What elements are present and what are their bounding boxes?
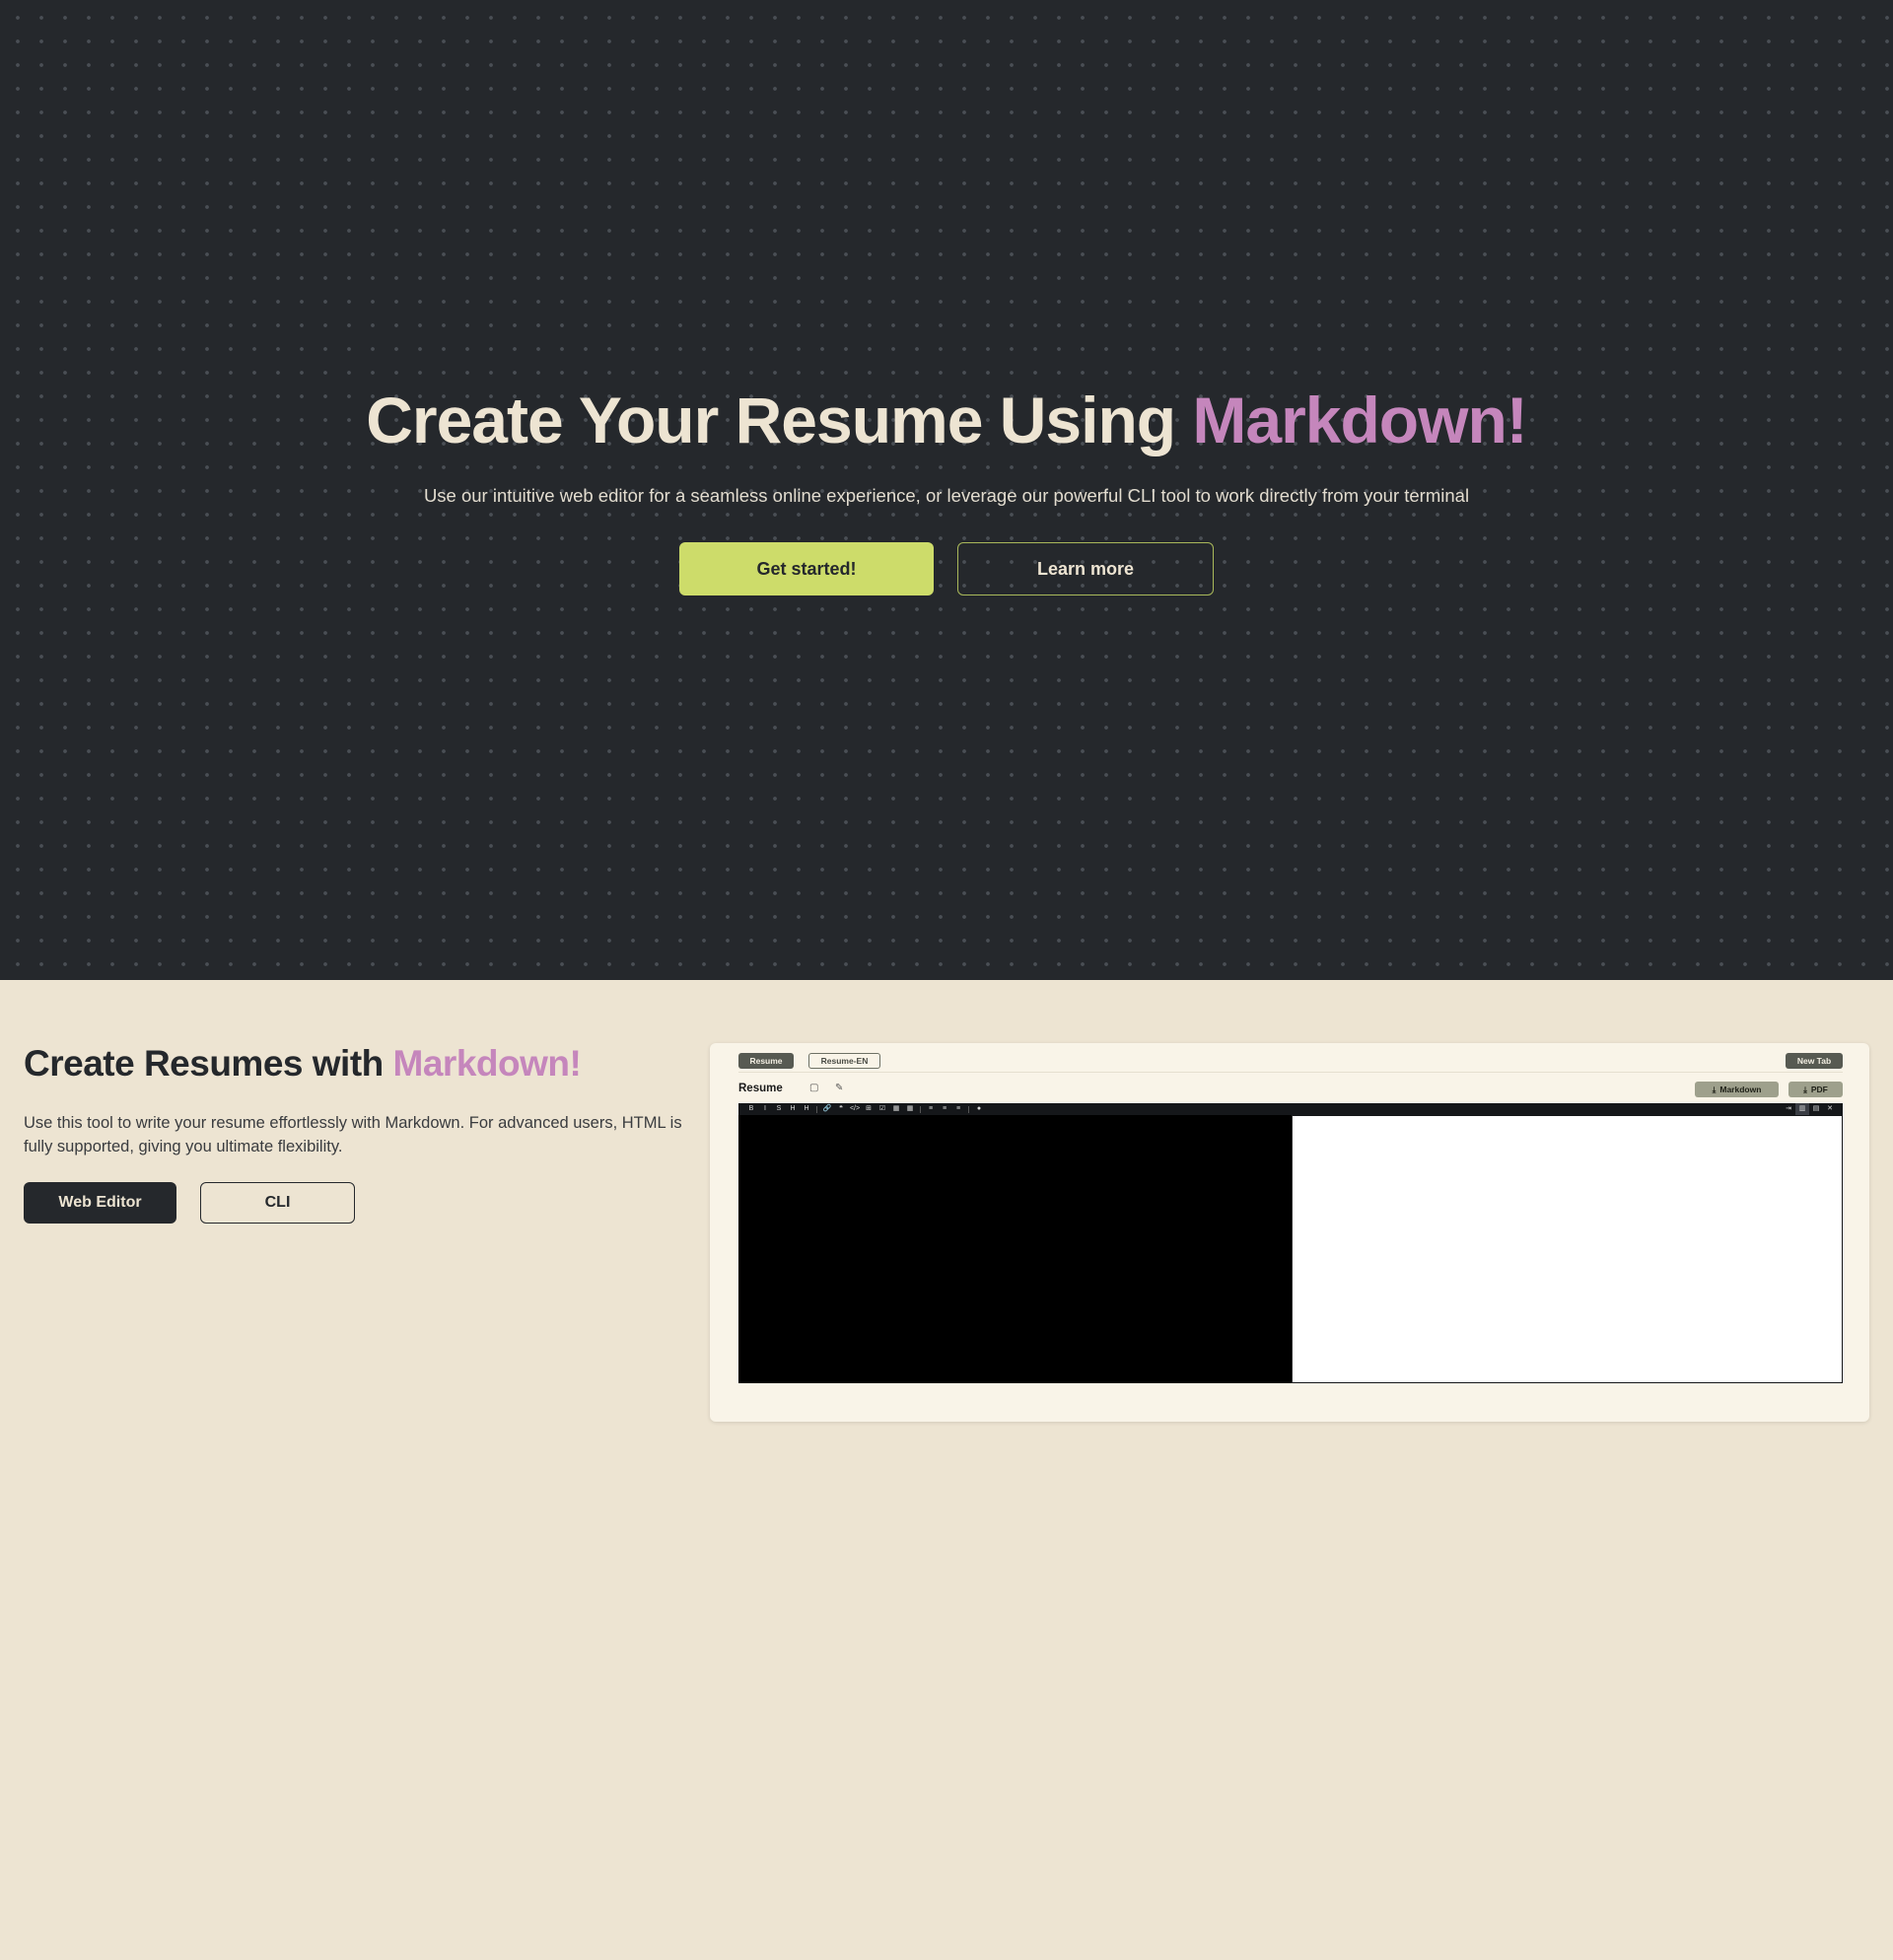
split-view-icon[interactable]: ▥ (1795, 1103, 1809, 1115)
markdown-editor-pane[interactable] (738, 1115, 1292, 1383)
get-started-button[interactable]: Get started! (679, 542, 934, 595)
hero-title: Create Your Resume Using Markdown! (0, 383, 1893, 457)
checkbox-icon[interactable]: ☑ (876, 1103, 889, 1115)
quote-icon[interactable]: ❝ (834, 1103, 848, 1115)
tab-resume[interactable]: Resume (738, 1053, 794, 1069)
hero-subtitle: Use our intuitive web editor for a seaml… (423, 485, 1470, 506)
download-icon: ⤓ (1712, 1084, 1717, 1094)
new-tab-button[interactable]: New Tab (1786, 1053, 1843, 1069)
copy-icon[interactable]: ▢ (809, 1083, 818, 1093)
toolbar-separator (968, 1105, 969, 1113)
code-icon[interactable]: </> (848, 1103, 862, 1115)
hero-title-accent: Markdown! (1192, 384, 1527, 456)
pencil-icon[interactable]: ✎ (835, 1083, 843, 1093)
heading-icon[interactable]: H (786, 1103, 800, 1115)
card-divider (738, 1072, 1843, 1073)
download-markdown-button[interactable]: ⤓ Markdown (1695, 1082, 1779, 1097)
cli-button[interactable]: CLI (200, 1182, 355, 1224)
web-editor-button[interactable]: Web Editor (24, 1182, 176, 1224)
toolbar-right-group: ⇥ ▥ ▤ ✕ (1782, 1103, 1837, 1115)
download-markdown-label: Markdown (1719, 1085, 1762, 1094)
hero-section: Create Your Resume Using Markdown! Use o… (0, 0, 1893, 980)
feature-description: Use this tool to write your resume effor… (24, 1114, 682, 1155)
editor-toolbar: B I S H H 🔗 ❝ </> ⊞ ☑ ▦ ▦ ≡ ≡ ≡ ● ⇥ ▥ ▤ … (738, 1103, 1843, 1115)
learn-more-button[interactable]: Learn more (957, 542, 1214, 595)
link-icon[interactable]: 🔗 (820, 1103, 834, 1115)
strikethrough-icon[interactable]: S (772, 1103, 786, 1115)
download-pdf-button[interactable]: ⤓ PDF (1788, 1082, 1843, 1097)
preview-icon[interactable]: ● (972, 1103, 986, 1115)
download-icon: ⤓ (1803, 1084, 1807, 1094)
task-list-icon[interactable]: ≡ (951, 1103, 965, 1115)
hero-title-main: Create Your Resume Using (366, 384, 1193, 456)
table-icon[interactable]: ▦ (903, 1103, 917, 1115)
feature-title-main: Create Resumes with (24, 1043, 393, 1084)
edit-only-icon[interactable]: ⇥ (1782, 1103, 1795, 1115)
editor-preview-card: Resume Resume-EN New Tab Resume ▢ ✎ ⤓ Ma… (710, 1043, 1869, 1422)
code-block-icon[interactable]: ⊞ (862, 1103, 876, 1115)
preview-only-icon[interactable]: ▤ (1809, 1103, 1823, 1115)
tab-resume-en[interactable]: Resume-EN (808, 1053, 880, 1069)
italic-icon[interactable]: I (758, 1103, 772, 1115)
bold-icon[interactable]: B (744, 1103, 758, 1115)
feature-title: Create Resumes with Markdown! (24, 1043, 582, 1085)
rendered-preview-pane (1292, 1115, 1843, 1383)
heading-alt-icon[interactable]: H (800, 1103, 813, 1115)
image-icon[interactable]: ▦ (889, 1103, 903, 1115)
toolbar-separator (816, 1105, 817, 1113)
ordered-list-icon[interactable]: ≡ (938, 1103, 951, 1115)
document-title: Resume (738, 1083, 783, 1094)
feature-title-accent: Markdown! (392, 1043, 582, 1084)
unordered-list-icon[interactable]: ≡ (924, 1103, 938, 1115)
download-pdf-label: PDF (1810, 1085, 1828, 1094)
fullscreen-icon[interactable]: ✕ (1823, 1103, 1837, 1115)
toolbar-separator (920, 1105, 921, 1113)
